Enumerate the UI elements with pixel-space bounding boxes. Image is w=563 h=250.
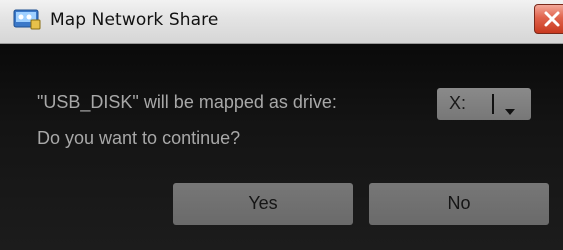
drive-letter-value: X: <box>449 93 467 113</box>
title-bar[interactable]: Map Network Share <box>0 0 563 44</box>
mapping-message: "USB_DISK" will be mapped as drive: <box>37 92 337 112</box>
window-title: Map Network Share <box>50 10 219 30</box>
close-button[interactable] <box>534 4 563 34</box>
yes-button-label: Yes <box>248 193 278 213</box>
dialog-body: "USB_DISK" will be mapped as drive: X: D… <box>0 44 563 250</box>
drive-letter-select[interactable]: X: <box>437 88 531 120</box>
yes-button[interactable]: Yes <box>173 183 353 225</box>
chevron-down-icon[interactable] <box>504 101 516 120</box>
network-drive-icon <box>13 9 41 31</box>
text-cursor <box>492 94 494 114</box>
map-network-share-dialog: Map Network Share "USB_DISK" will be map… <box>0 0 563 250</box>
confirm-question: Do you want to continue? <box>37 128 241 148</box>
no-button-label: No <box>447 193 471 213</box>
close-icon <box>544 11 560 27</box>
no-button[interactable]: No <box>369 183 549 225</box>
